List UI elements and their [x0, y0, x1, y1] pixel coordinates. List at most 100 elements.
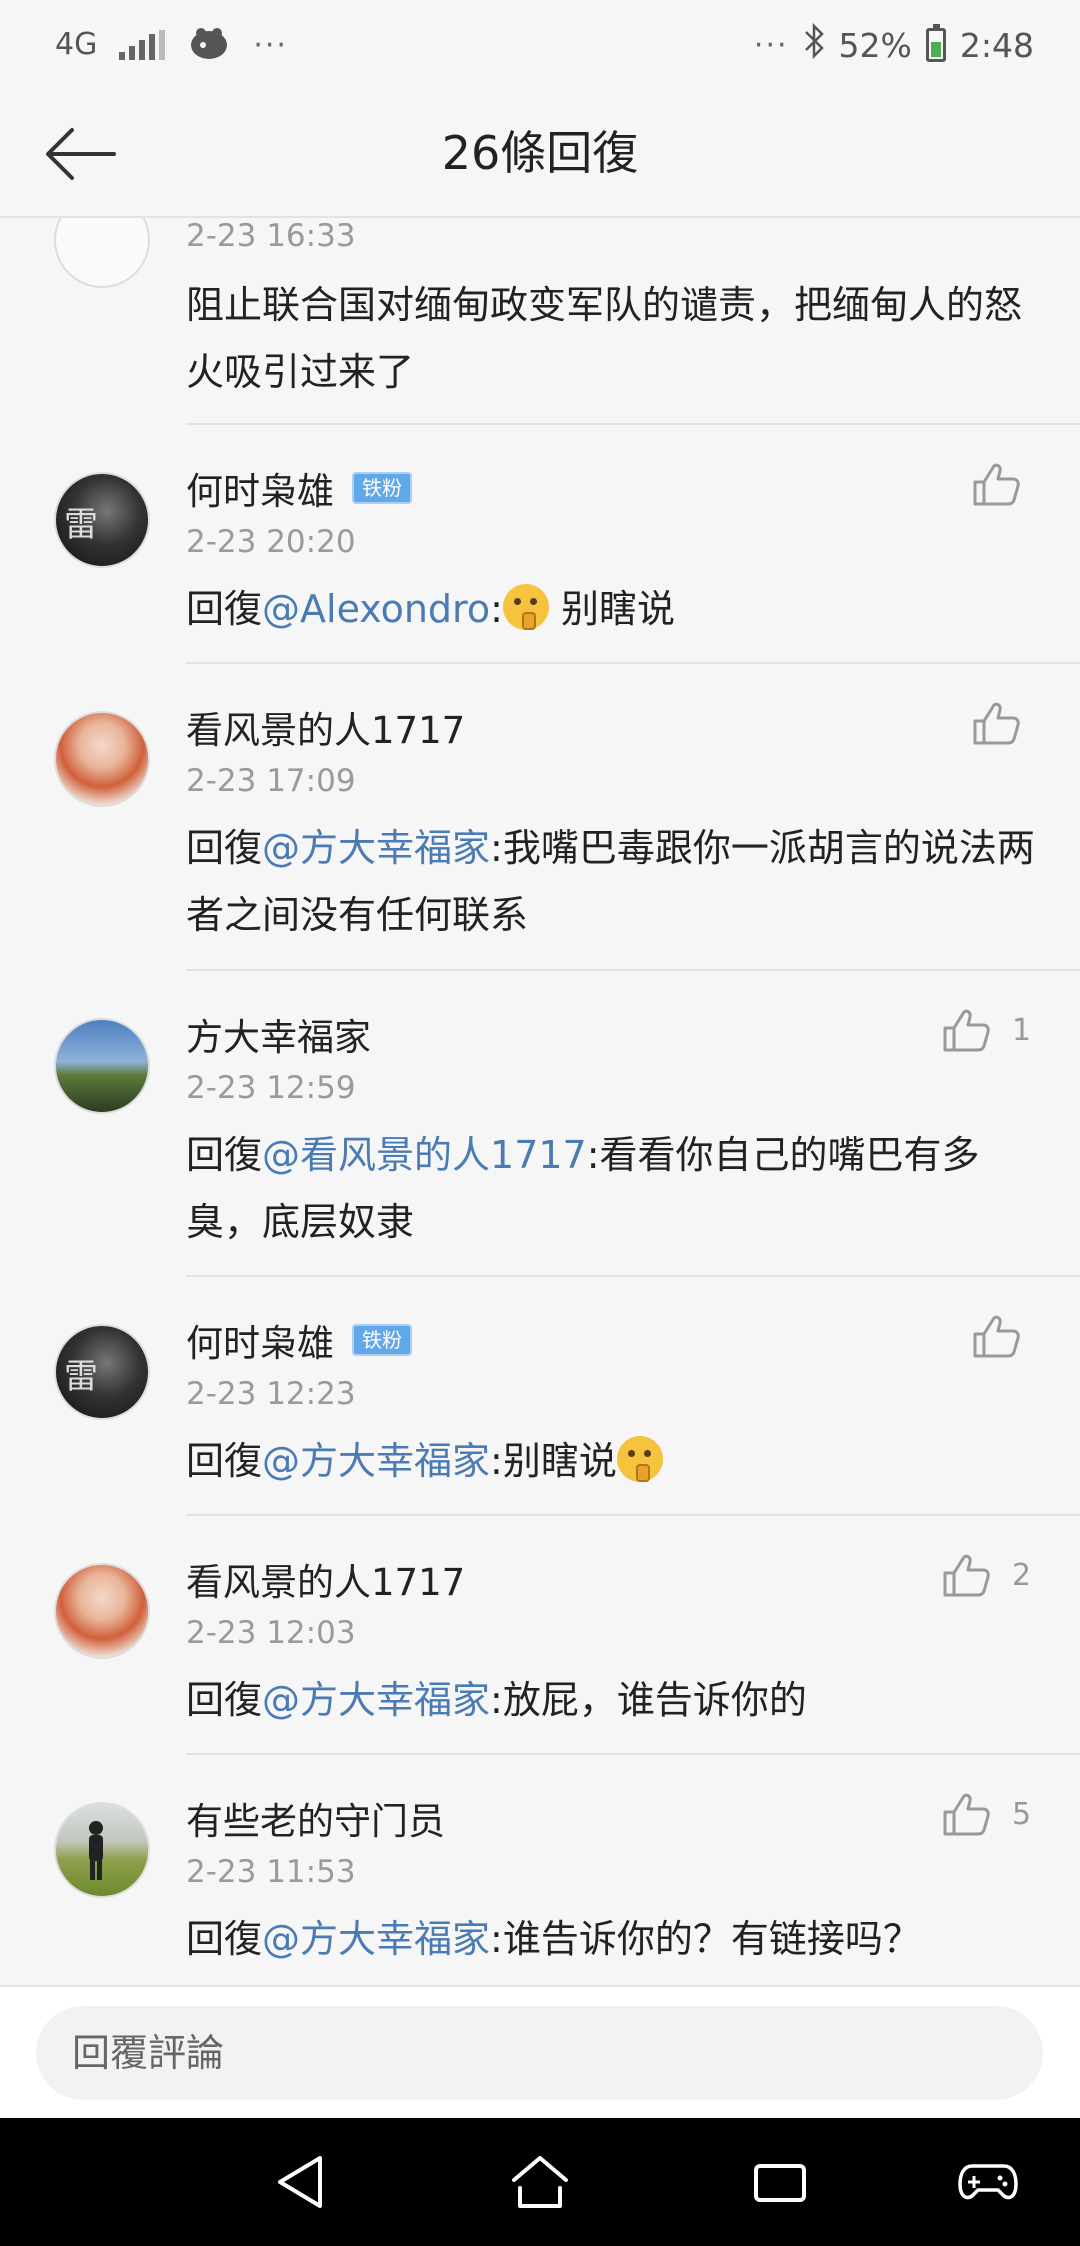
- username-text: 有些老的守门员: [186, 1800, 445, 1843]
- clock: 2:48: [959, 25, 1034, 65]
- shushing-face-emoji: [502, 584, 549, 630]
- username-text: 看风景的人1717: [186, 1561, 466, 1604]
- comment-text: 回復@方大幸福家:别瞎说: [186, 1428, 1036, 1495]
- thumbs-up-icon: [973, 1315, 1020, 1358]
- battery-percent: 52%: [838, 25, 912, 65]
- avatar[interactable]: [54, 711, 150, 807]
- svg-text:雷: 雷: [64, 1357, 98, 1397]
- app-notification-icon: [187, 23, 231, 67]
- comment-text: 阻止联合国对缅甸政变军队的谴责，把缅甸人的怒火吸引过来了: [186, 272, 1036, 406]
- avatar[interactable]: 雷: [54, 472, 150, 568]
- battery-icon: [925, 24, 946, 62]
- username[interactable]: 看风景的人1717: [186, 1551, 465, 1607]
- mention-link[interactable]: @方大幸福家: [262, 1917, 490, 1961]
- divider: [186, 1275, 1080, 1277]
- nav-recent-button[interactable]: [748, 2152, 812, 2212]
- divider: [186, 1753, 1080, 1755]
- comment-body: :放屁，谁告诉你的: [490, 1678, 807, 1722]
- divider: [186, 662, 1080, 664]
- username-text: 看风景的人1717: [186, 709, 466, 752]
- divider: [186, 423, 1080, 425]
- comment-timestamp: 2-23 11:53: [186, 1854, 356, 1890]
- like-button[interactable]: 1: [942, 1008, 1031, 1052]
- mention-link[interactable]: @看风景的人1717: [262, 1133, 587, 1177]
- mention-link[interactable]: @Alexondro: [262, 587, 490, 631]
- like-button[interactable]: [972, 701, 1042, 745]
- divider: [186, 969, 1080, 971]
- fan-badge: 铁粉: [352, 472, 412, 504]
- like-button[interactable]: [972, 1314, 1042, 1358]
- nav-game-button[interactable]: [956, 2152, 1020, 2212]
- comment-text: 回復@Alexondro: 别瞎说: [186, 576, 1036, 643]
- thumbs-up-icon: [973, 463, 1020, 506]
- comment-timestamp: 2-23 12:59: [186, 1070, 356, 1106]
- comment-body: 阻止联合国对缅甸政变军队的谴责，把缅甸人的怒火吸引过来了: [186, 283, 1023, 394]
- reply-prefix: 回復: [186, 826, 263, 870]
- comment-timestamp: 2-23 16:33: [186, 218, 356, 254]
- username[interactable]: 有些老的守门员: [186, 1790, 445, 1846]
- username-text: 何时枭雄: [186, 1322, 334, 1365]
- like-count: 1: [1012, 1012, 1032, 1048]
- reply-prefix: 回復: [186, 587, 263, 631]
- signal-icon: [119, 30, 166, 60]
- comment-text: 回復@方大幸福家:谁告诉你的？有链接吗？: [186, 1906, 1036, 1973]
- username[interactable]: 何时枭雄 铁粉: [186, 1312, 412, 1368]
- comment-text: 回復@方大幸福家:放屁，谁告诉你的: [186, 1667, 1036, 1734]
- avatar[interactable]: [54, 1018, 150, 1114]
- avatar[interactable]: 雷: [54, 1324, 150, 1420]
- svg-text:雷: 雷: [64, 505, 98, 545]
- avatar[interactable]: [54, 1802, 150, 1898]
- mention-link[interactable]: @方大幸福家: [262, 826, 490, 870]
- page-title: 26條回復: [441, 126, 639, 180]
- username[interactable]: 何时枭雄 铁粉: [186, 460, 412, 516]
- comment-body: :谁告诉你的？有链接吗？: [490, 1917, 921, 1961]
- home-icon: [512, 2156, 568, 2208]
- status-bar: 4G ··· ··· 52% 2:48: [0, 0, 1080, 90]
- thumbs-up-icon: [943, 1009, 990, 1052]
- mention-link[interactable]: @方大幸福家: [262, 1678, 490, 1722]
- avatar[interactable]: [54, 1563, 150, 1659]
- notification-more-icon: ···: [253, 27, 288, 63]
- status-more-icon: ···: [753, 27, 789, 63]
- network-indicator: 4G: [55, 27, 98, 62]
- comment-body: :别瞎说: [490, 1439, 617, 1483]
- comment-timestamp: 2-23 12:03: [186, 1615, 356, 1651]
- reply-prefix: 回復: [186, 1133, 263, 1177]
- divider: [186, 1514, 1080, 1516]
- recent-apps-icon: [754, 2164, 806, 2202]
- bluetooth-icon: [803, 22, 825, 67]
- like-count: 5: [1012, 1796, 1032, 1832]
- thumbs-up-icon: [943, 1793, 990, 1836]
- reply-input[interactable]: 回覆評論: [36, 2006, 1043, 2100]
- nav-home-button[interactable]: [508, 2152, 572, 2212]
- fan-badge: 铁粉: [352, 1324, 412, 1356]
- username-text: 何时枭雄: [186, 470, 334, 513]
- like-button[interactable]: 2: [942, 1553, 1031, 1597]
- like-count: 2: [1012, 1557, 1032, 1593]
- username[interactable]: 看风景的人1717: [186, 699, 465, 755]
- comment-text: 回復@看风景的人1717:看看你自己的嘴巴有多臭，底层奴隶: [186, 1122, 1036, 1256]
- reply-bar: 回覆評論: [0, 1985, 1080, 2118]
- reply-prefix: 回復: [186, 1678, 263, 1722]
- username[interactable]: 方大幸福家: [186, 1006, 371, 1062]
- thumbs-up-icon: [943, 1554, 990, 1597]
- app-header: 26條回復: [0, 90, 1080, 218]
- comment-timestamp: 2-23 12:23: [186, 1376, 356, 1412]
- nav-back-button[interactable]: [268, 2152, 332, 2212]
- comment-list[interactable]: 2-23 16:33 阻止联合国对缅甸政变军队的谴责，把缅甸人的怒火吸引过来了 …: [0, 218, 1080, 1985]
- thumbs-up-icon: [973, 702, 1020, 745]
- shushing-face-emoji: [616, 1436, 663, 1482]
- like-button[interactable]: 5: [942, 1792, 1031, 1836]
- gamepad-icon: [958, 2164, 1018, 2200]
- system-nav-bar: [0, 2118, 1080, 2246]
- username-text: 方大幸福家: [186, 1016, 371, 1059]
- comment-text: 回復@方大幸福家:我嘴巴毒跟你一派胡言的说法两者之间没有任何联系: [186, 815, 1036, 949]
- avatar[interactable]: [54, 218, 150, 288]
- comment-timestamp: 2-23 17:09: [186, 763, 356, 799]
- comment-timestamp: 2-23 20:20: [186, 524, 356, 560]
- reply-prefix: 回復: [186, 1917, 263, 1961]
- like-button[interactable]: [972, 462, 1042, 506]
- mention-link[interactable]: @方大幸福家: [262, 1439, 490, 1483]
- reply-prefix: 回復: [186, 1439, 263, 1483]
- triangle-back-icon: [278, 2156, 322, 2208]
